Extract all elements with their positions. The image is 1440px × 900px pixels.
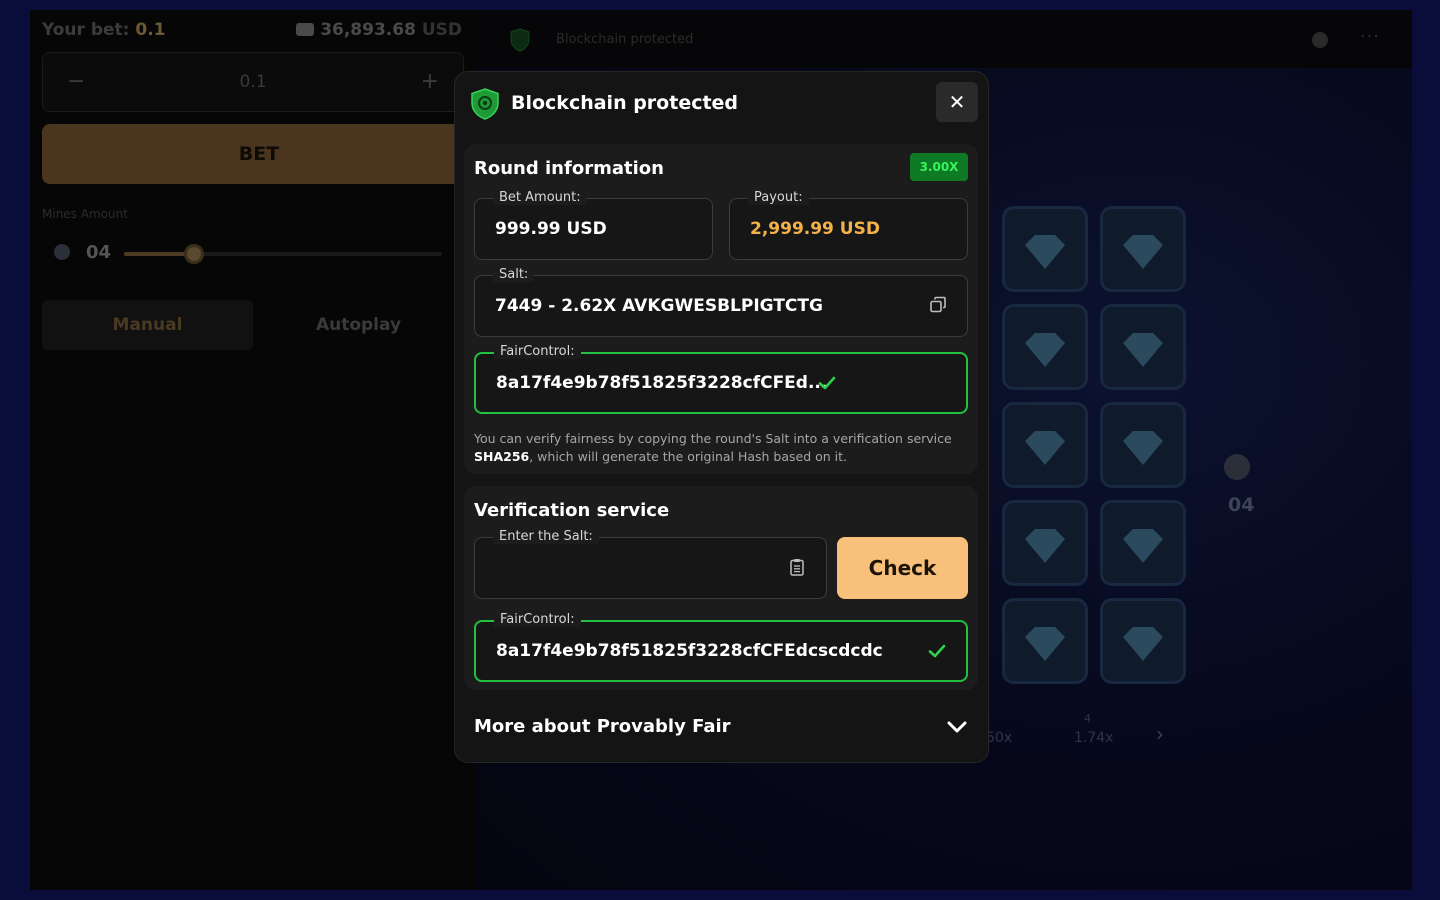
next-multiplier-button[interactable]: › [1156,722,1164,746]
wallet-icon [296,23,315,36]
gem-tile[interactable] [1002,402,1088,488]
gem-icon [1123,627,1163,661]
payout-field: Payout: 2,999.99 USD [729,190,968,260]
mines-amount-control: 04 [50,240,450,270]
increase-button[interactable]: + [421,69,439,94]
gem-icon [1123,529,1163,563]
check-icon [928,644,946,658]
clock-icon[interactable] [1312,32,1328,48]
provably-fair-modal: Blockchain protected ✕ Round information… [454,71,989,763]
header-title: Blockchain protected [556,32,694,47]
mines-amount-label: Mines Amount [42,207,128,221]
bet-summary: Your bet: 0.1 36,893.68 USD [42,20,462,42]
modal-title: Blockchain protected [511,92,739,114]
gem-tile[interactable] [1002,598,1088,684]
bomb-icon [54,244,70,260]
multiplier-value: 1.74x [1074,730,1114,746]
multiplier-value: 50x [986,730,1013,746]
field-label: FairControl: [494,344,581,359]
enter-salt-field[interactable]: Enter the Salt: [474,529,827,599]
bet-panel: Your bet: 0.1 36,893.68 USD − 0.1 + BET … [30,10,476,890]
gem-tile[interactable] [1002,304,1088,390]
side-mines-count: 04 [1228,494,1255,516]
gem-tile[interactable] [1002,500,1088,586]
gem-icon [1025,529,1065,563]
payout-value: 2,999.99 USD [750,219,880,239]
gem-icon [1123,333,1163,367]
bet-value: 0.1 [135,20,166,40]
mode-tabs: Manual Autoplay [42,300,464,350]
multiplier-badge: 3.00X [910,153,968,181]
mines-count: 04 [86,242,112,263]
salt-value: 7449 - 2.62X AVKGWESBLPIGTCTG [495,296,823,316]
field-label: Bet Amount: [493,190,587,205]
verification-service-section: Verification service Enter the Salt: Che… [464,486,978,690]
slider-handle[interactable] [184,244,204,264]
faircontrol-field: FairControl: 8a17f4e9b78f51825f3228cfCFE… [474,344,968,414]
field-label: Payout: [748,190,809,205]
bomb-icon [1224,454,1250,480]
section-title: Round information [474,158,664,179]
gem-icon [1123,431,1163,465]
tab-autoplay[interactable]: Autoplay [253,300,464,350]
gem-icon [1025,333,1065,367]
balance-value: 36,893.68 [320,20,416,40]
game-header: Blockchain protected ··· [476,10,1412,68]
close-button[interactable]: ✕ [936,82,978,122]
check-icon [818,376,836,390]
clipboard-icon[interactable] [788,558,806,576]
gem-tile[interactable] [1002,206,1088,292]
bet-amount-input[interactable]: 0.1 [43,72,463,92]
gem-icon [1025,235,1065,269]
field-label: Salt: [493,267,535,282]
section-title: Verification service [474,500,670,521]
salt-field: Salt: 7449 - 2.62X AVKGWESBLPIGTCTG [474,267,968,337]
shield-icon [471,88,499,120]
tab-manual[interactable]: Manual [42,300,253,350]
balance-currency: USD [421,20,462,40]
modal-header: Blockchain protected ✕ [455,72,988,134]
gem-tile[interactable] [1100,304,1186,390]
gem-icon [1025,431,1065,465]
bet-amount-field: Bet Amount: 999.99 USD [474,190,713,260]
bet-amount-stepper[interactable]: − 0.1 + [42,52,464,112]
bet-amount-value: 999.99 USD [495,219,607,239]
field-label: FairControl: [494,612,581,627]
gem-tile[interactable] [1100,500,1186,586]
bet-label: Your bet: 0.1 [42,20,166,40]
gem-tile[interactable] [1100,206,1186,292]
check-button[interactable]: Check [837,537,968,599]
chevron-down-icon[interactable] [946,716,968,738]
field-label: Enter the Salt: [493,529,599,544]
gem-tile[interactable] [1100,402,1186,488]
faircontrol-hash: 8a17f4e9b78f51825f3228cfCFEd... [496,373,828,393]
shield-icon [510,28,530,52]
faircontrol-result-hash: 8a17f4e9b78f51825f3228cfCFEdcscdcdc [496,641,883,661]
balance: 36,893.68 USD [296,20,462,40]
copy-icon[interactable] [929,296,947,314]
gem-icon [1025,627,1065,661]
faircontrol-result-field: FairControl: 8a17f4e9b78f51825f3228cfCFE… [474,612,968,682]
gem-icon [1123,235,1163,269]
hash-algorithm: SHA256 [474,449,530,464]
more-about-provably-fair[interactable]: More about Provably Fair [474,704,968,752]
more-about-label: More about Provably Fair [474,716,731,737]
mines-slider[interactable] [124,244,442,264]
gem-tile[interactable] [1100,598,1186,684]
round-information-section: Round information 3.00X Bet Amount: 999.… [464,144,978,474]
multiplier-mines-count: 4 [1084,712,1091,725]
more-options-icon[interactable]: ··· [1360,26,1380,47]
close-icon: ✕ [948,90,966,114]
verification-hint: You can verify fairness by copying the r… [474,431,952,464]
bet-button[interactable]: BET [42,124,476,184]
